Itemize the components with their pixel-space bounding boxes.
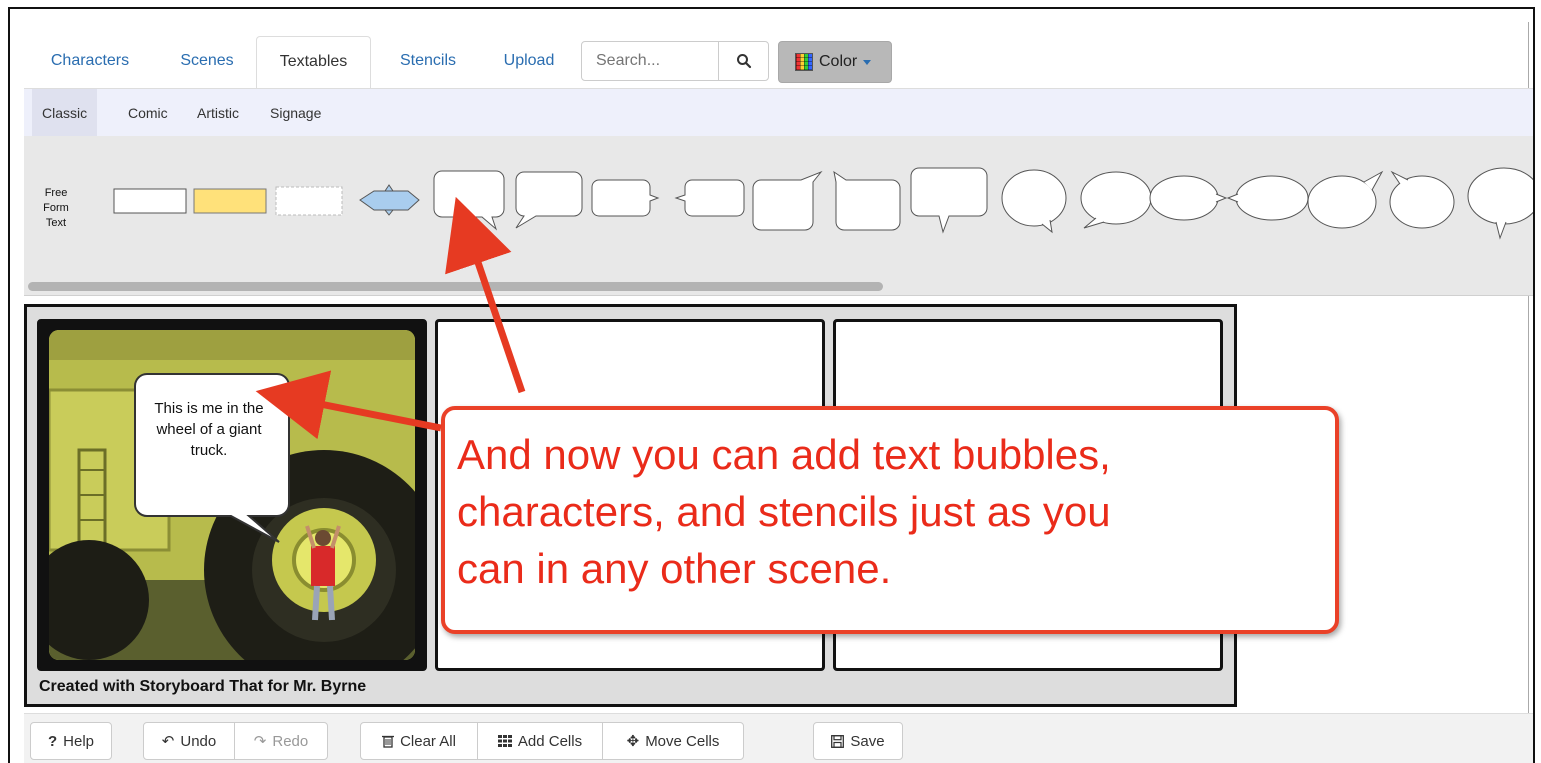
blue-banner-textable[interactable] — [359, 184, 420, 216]
save-icon — [831, 734, 845, 748]
color-palette-icon — [795, 53, 813, 71]
speech-bubble-rect-7[interactable] — [910, 167, 988, 234]
storyboard-cell-1[interactable]: This is me in the wheel of a giant truck… — [37, 319, 427, 671]
clear-all-button[interactable]: Clear All — [360, 722, 478, 760]
color-dropdown-button[interactable]: Color — [778, 41, 892, 83]
tab-stencils[interactable]: Stencils — [380, 36, 476, 86]
search-button[interactable] — [718, 42, 768, 80]
save-button[interactable]: Save — [813, 722, 903, 760]
search-input[interactable] — [582, 42, 718, 80]
caret-down-icon — [863, 59, 872, 65]
tab-upload[interactable]: Upload — [486, 36, 572, 86]
callout-line-3: can in any other scene. — [457, 545, 892, 592]
callout-line-1: And now you can add text bubbles, — [457, 431, 1111, 478]
storyboard-credit: Created with Storyboard That for Mr. Byr… — [39, 678, 367, 695]
bubble-line-3: truck. — [190, 442, 228, 459]
speech-bubble-oval-2[interactable] — [1080, 171, 1152, 229]
redo-button[interactable]: ↷ Redo — [234, 722, 328, 760]
yellow-box-textable[interactable] — [193, 188, 267, 214]
undo-icon: ↶ — [161, 733, 175, 750]
callout-line-2: characters, and stencils just as you — [457, 488, 1111, 535]
bubble-line-1: This is me in the — [154, 400, 264, 417]
search-box — [581, 41, 769, 81]
annotation-callout: And now you can add text bubbles, charac… — [441, 406, 1339, 634]
speech-bubble-rect-5[interactable] — [752, 170, 823, 231]
speech-bubble-oval-1[interactable] — [1001, 169, 1067, 234]
textables-category-bar: Classic Comic Artistic Signage — [24, 88, 1533, 137]
grid-icon — [497, 735, 512, 747]
speech-bubble-rect-4[interactable] — [674, 179, 745, 217]
speech-bubble-oval-4[interactable] — [1226, 175, 1309, 221]
horizontal-scrollbar[interactable] — [28, 282, 883, 291]
move-icon: ✥ — [626, 733, 640, 750]
subtab-comic[interactable]: Comic — [128, 89, 168, 137]
move-cells-button[interactable]: ✥ Move Cells — [602, 722, 744, 760]
color-button-label: Color — [819, 53, 858, 70]
add-cells-button[interactable]: Add Cells — [477, 722, 603, 760]
speech-bubble-rect-3[interactable] — [591, 179, 660, 217]
question-icon: ? — [47, 732, 58, 750]
subtab-artistic[interactable]: Artistic — [197, 89, 239, 137]
subtab-classic[interactable]: Classic — [32, 89, 98, 137]
redo-label: Redo — [272, 732, 309, 750]
save-label: Save — [850, 732, 885, 750]
help-label: Help — [63, 732, 95, 750]
speech-bubble-rect-6[interactable] — [833, 170, 901, 231]
undo-label: Undo — [180, 732, 217, 750]
move-cells-label: Move Cells — [645, 732, 720, 750]
trash-icon — [382, 735, 395, 748]
tab-scenes[interactable]: Scenes — [160, 36, 254, 86]
speech-bubble-rect-1[interactable] — [433, 170, 505, 231]
tab-textables[interactable]: Textables — [256, 36, 371, 89]
bottom-toolbar: ? Help ↶ Undo ↷ Redo Clear All Add Cells… — [24, 713, 1533, 763]
torn-paper-textable[interactable] — [275, 186, 343, 216]
bubble-line-2: wheel of a giant — [156, 421, 262, 438]
textables-gallery: Free Form Text — [24, 136, 1533, 296]
truck-wheel-photo[interactable]: This is me in the wheel of a giant truck… — [49, 330, 415, 660]
speech-bubble-oval-7[interactable] — [1467, 167, 1533, 240]
speech-bubble-oval-3[interactable] — [1149, 175, 1228, 221]
speech-bubble-rect-2[interactable] — [515, 171, 583, 229]
speech-bubble-oval-6[interactable] — [1389, 170, 1455, 229]
subtab-signage[interactable]: Signage — [270, 89, 321, 137]
tab-characters[interactable]: Characters — [32, 36, 148, 86]
search-icon — [736, 54, 751, 69]
add-cells-label: Add Cells — [517, 732, 583, 750]
clear-all-label: Clear All — [400, 732, 456, 750]
redo-icon: ↷ — [253, 733, 267, 750]
panel-bubble-text[interactable]: This is me in the wheel of a giant truck… — [129, 398, 289, 461]
help-button[interactable]: ? Help — [30, 722, 112, 760]
speech-bubble-oval-5[interactable] — [1307, 170, 1384, 229]
plain-box-textable[interactable] — [113, 188, 187, 214]
undo-button[interactable]: ↶ Undo — [143, 722, 235, 760]
